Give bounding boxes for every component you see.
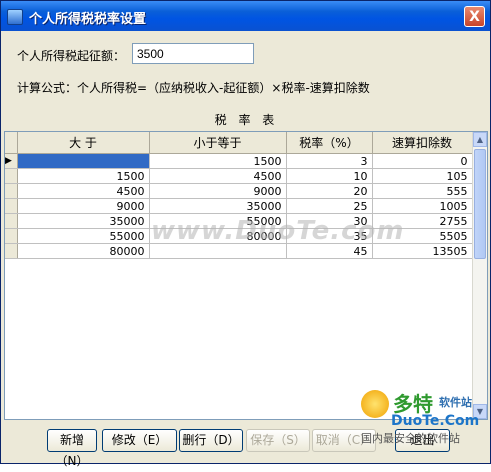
table-cell[interactable]: 55000 <box>17 228 150 244</box>
dialog-window: 个人所得税税率设置 X 个人所得税起征额： 计算公式：个人所得税=（应纳税收入-… <box>0 0 491 468</box>
title-bar[interactable]: 个人所得税税率设置 X <box>1 1 490 31</box>
edit-button[interactable]: 修改（E） <box>102 429 177 452</box>
table-row[interactable]: 1500 4500 10 105 <box>5 168 473 184</box>
table-cell[interactable] <box>17 153 150 169</box>
table-cell[interactable]: 9000 <box>149 183 287 199</box>
corner-cell <box>5 132 18 154</box>
brand-overlay: 多特 软件站 DuoTe.Com 国内最安全的软件站 <box>361 388 489 460</box>
close-icon[interactable]: X <box>464 6 485 27</box>
table-cell[interactable]: 25 <box>286 198 373 214</box>
table-row[interactable]: 9000 35000 25 1005 <box>5 198 473 214</box>
add-button[interactable]: 新增（N） <box>47 429 97 468</box>
scroll-thumb[interactable] <box>474 149 486 259</box>
brand-tagline: 国内最安全的软件站 <box>361 432 460 445</box>
table-cell[interactable]: 10 <box>286 168 373 184</box>
threshold-input[interactable] <box>132 43 254 64</box>
save-button[interactable]: 保存（S） <box>246 429 310 452</box>
row-selector[interactable] <box>5 198 18 214</box>
table-cell[interactable]: 3 <box>286 153 373 169</box>
table-cell[interactable]: 9000 <box>17 198 150 214</box>
table-cell[interactable]: 555 <box>372 183 473 199</box>
table-cell[interactable]: 1005 <box>372 198 473 214</box>
table-row[interactable]: ▶ 1500 3 0 <box>5 153 473 169</box>
column-header[interactable]: 税率（%） <box>286 132 373 154</box>
row-selector[interactable] <box>5 183 18 199</box>
row-selector[interactable] <box>5 168 18 184</box>
table-cell[interactable]: 20 <box>286 183 373 199</box>
threshold-label: 个人所得税起征额： <box>17 49 126 63</box>
watermark: www.DuoTe.com <box>151 216 405 246</box>
delete-row-button[interactable]: 删行（D） <box>179 429 243 452</box>
table-row[interactable]: 4500 9000 20 555 <box>5 183 473 199</box>
brand-sub: 软件站 <box>439 396 472 409</box>
table-cell[interactable]: 1500 <box>17 168 150 184</box>
table-cell[interactable]: 35000 <box>17 213 150 229</box>
column-header[interactable]: 大 于 <box>17 132 150 154</box>
formula-text: 计算公式：个人所得税=（应纳税收入-起征额）×税率-速算扣除数 <box>17 81 370 95</box>
column-header[interactable]: 速算扣除数 <box>372 132 473 154</box>
header-row: 大 于 小于等于 税率（%） 速算扣除数 <box>5 132 473 154</box>
table-cell[interactable]: 105 <box>372 168 473 184</box>
row-selector[interactable] <box>5 243 18 259</box>
table-cell[interactable]: 35000 <box>149 198 287 214</box>
grid-title: 税 率 表 <box>214 113 279 127</box>
app-icon <box>7 9 23 25</box>
table-cell[interactable]: 1500 <box>149 153 287 169</box>
scroll-up-icon[interactable]: ▲ <box>473 132 487 147</box>
table-cell[interactable]: 4500 <box>17 183 150 199</box>
table-cell[interactable]: 4500 <box>149 168 287 184</box>
table-cell[interactable]: 0 <box>372 153 473 169</box>
vertical-scrollbar[interactable]: ▲ ▼ <box>472 132 487 419</box>
table-cell[interactable]: 80000 <box>17 243 150 259</box>
column-header[interactable]: 小于等于 <box>149 132 287 154</box>
window-title: 个人所得税税率设置 <box>29 12 147 27</box>
row-pointer-icon[interactable]: ▶ <box>5 153 18 169</box>
brand-domain: DuoTe.Com <box>391 413 480 429</box>
tax-rate-grid[interactable]: 大 于 小于等于 税率（%） 速算扣除数 ▶ 1500 3 0 1500 450… <box>4 131 488 420</box>
brand-logo-icon <box>361 390 389 418</box>
row-selector[interactable] <box>5 228 18 244</box>
row-selector[interactable] <box>5 213 18 229</box>
